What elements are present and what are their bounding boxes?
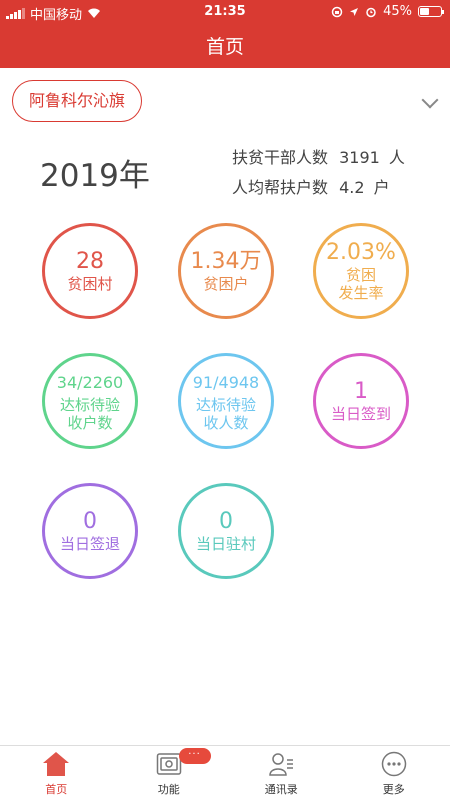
tab-contacts-label: 通讯录	[264, 783, 298, 796]
avg-households-stat: 人均帮扶户数 4.2 户	[232, 174, 390, 198]
metric-value: 28	[76, 249, 104, 274]
metric-value: 2.03%	[326, 240, 396, 265]
avg-label: 人均帮扶户数	[232, 178, 329, 197]
contacts-icon	[266, 749, 296, 779]
metric-label: 达标待验	[59, 396, 120, 414]
metric-in-village-today[interactable]: 0 当日驻村	[178, 483, 274, 579]
rotation-lock-icon	[331, 6, 343, 17]
tab-contacts[interactable]: 通讯录	[225, 746, 338, 799]
top-bar: 中国移动 21:35 45% 首页	[0, 0, 450, 68]
year-label: 2019年	[40, 158, 150, 194]
cadres-unit: 人	[388, 148, 405, 167]
chevron-down-icon[interactable]	[421, 91, 439, 109]
metric-pending-people[interactable]: 91/4948 达标待验 收人数	[178, 353, 274, 449]
battery-icon	[418, 6, 444, 17]
battery-percent: 45%	[383, 4, 412, 19]
metric-checkout-today[interactable]: 0 当日签退	[42, 483, 138, 579]
status-bar: 中国移动 21:35 45%	[0, 0, 450, 24]
page-title: 首页	[205, 36, 244, 58]
tab-functions-label: 功能	[157, 783, 180, 796]
region-selector[interactable]: 阿鲁科尔沁旗	[12, 80, 143, 122]
metric-poverty-rate[interactable]: 2.03% 贫困 发生率	[313, 223, 409, 319]
tab-home-label: 首页	[45, 783, 68, 796]
metric-label-line2: 收户数	[67, 414, 113, 432]
metric-label: 当日签到	[330, 405, 391, 423]
home-content: 阿鲁科尔沁旗 2019年 扶贫干部人数 3191 人 人均帮扶户数 4.2 户 …	[0, 68, 450, 745]
location-icon	[350, 7, 359, 16]
metric-value: 91/4948	[192, 373, 260, 392]
metric-label: 当日签退	[59, 535, 120, 553]
metric-label-line2: 收人数	[203, 414, 249, 432]
metric-value: 34/2260	[56, 373, 124, 392]
metric-poor-villages[interactable]: 28 贫困村	[42, 223, 138, 319]
metric-value: 0	[83, 509, 97, 534]
avg-unit: 户	[373, 178, 390, 197]
metric-poor-households[interactable]: 1.34万 贫困户	[178, 223, 274, 319]
metric-label: 当日驻村	[195, 535, 256, 553]
notification-badge: ···	[178, 748, 211, 764]
tab-bar: 首页 ··· 功能 通讯录 更多	[0, 745, 450, 799]
cadres-stat: 扶贫干部人数 3191 人	[232, 144, 405, 168]
metric-label-line2: 发生率	[338, 284, 384, 302]
alarm-icon	[366, 7, 376, 17]
tab-more[interactable]: 更多	[338, 746, 450, 799]
metric-label: 贫困户	[203, 275, 249, 293]
metric-pending-households[interactable]: 34/2260 达标待验 收户数	[42, 353, 138, 449]
more-icon	[379, 749, 409, 779]
metric-label: 达标待验	[195, 396, 256, 414]
tab-more-label: 更多	[382, 783, 405, 796]
cadres-label: 扶贫干部人数	[232, 148, 329, 167]
cadres-value: 3191	[339, 148, 380, 167]
metric-label: 贫困	[345, 266, 376, 284]
avg-value: 4.2	[339, 178, 365, 197]
metric-value: 1.34万	[190, 249, 262, 274]
tab-home[interactable]: 首页	[0, 746, 113, 799]
metric-value: 0	[219, 509, 233, 534]
home-icon	[41, 749, 71, 779]
metric-checkin-today[interactable]: 1 当日签到	[313, 353, 409, 449]
metric-label: 贫困村	[67, 275, 113, 293]
metric-value: 1	[354, 379, 368, 404]
tab-functions[interactable]: ··· 功能	[113, 746, 226, 799]
